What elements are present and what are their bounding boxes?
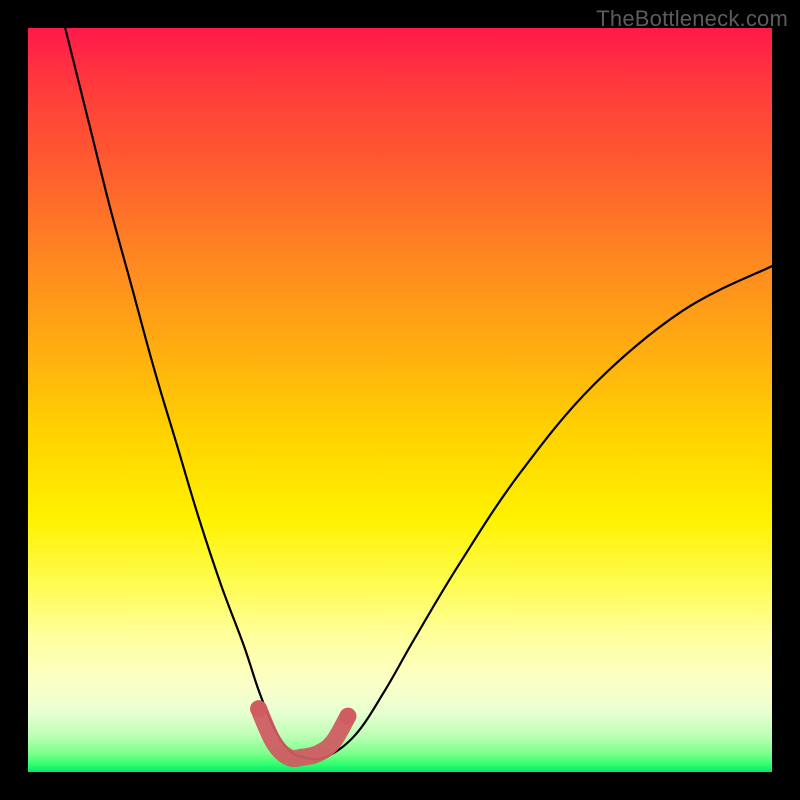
valley-marker-end <box>339 708 356 725</box>
chart-area <box>28 28 772 772</box>
watermark-text: TheBottleneck.com <box>596 6 788 32</box>
bottleneck-curve <box>65 28 772 759</box>
valley-marker-line <box>259 709 348 759</box>
plot-svg <box>28 28 772 772</box>
valley-marker-start <box>250 700 267 717</box>
